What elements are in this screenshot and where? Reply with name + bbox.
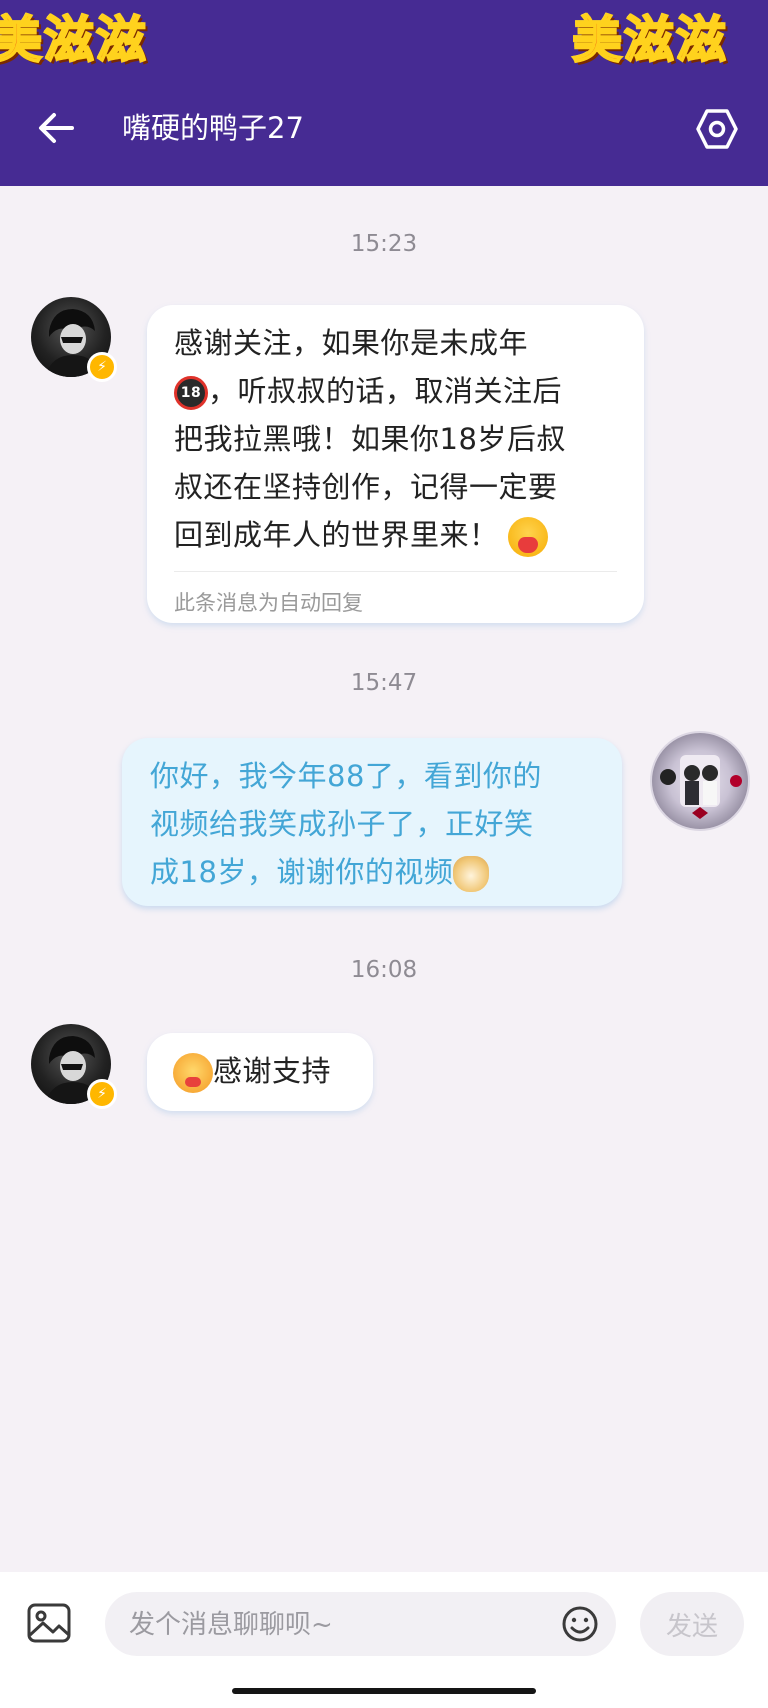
verified-badge: ⚡ (87, 352, 117, 382)
watermark-left: 美滋滋 (0, 10, 148, 70)
message-input[interactable] (127, 1602, 531, 1648)
image-button[interactable] (26, 1600, 72, 1646)
message-text: 感谢关注，如果你是未成年 18 ，听叔叔的话，取消关注后 把我拉黑哦！如果你18岁… (174, 319, 617, 559)
my-avatar[interactable] (650, 731, 750, 831)
timestamp: 16:08 (350, 957, 418, 983)
send-button[interactable]: 发送 (640, 1592, 744, 1656)
avatar-figure (660, 755, 742, 819)
message-line: 成18岁，谢谢你的视频 (150, 848, 594, 896)
hexagon-settings-icon (696, 109, 738, 149)
settings-button[interactable] (694, 106, 740, 152)
auto-reply-note: 此条消息为自动回复 (174, 591, 363, 615)
timestamp: 15:23 (350, 231, 418, 257)
image-icon (27, 1603, 71, 1643)
message-text: 感谢支持 (173, 1047, 349, 1095)
outgoing-message-bubble[interactable]: 你好，我今年88了，看到你的 视频给我笑成孙子了，正好笑 成18岁，谢谢你的视频 (122, 738, 622, 906)
timestamp: 15:47 (350, 670, 418, 696)
under-18-icon: 18 (174, 376, 208, 410)
message-line-text: ，听叔叔的话，取消关注后 (208, 374, 563, 408)
message-line: 叔还在坚持创作，记得一定要 (174, 470, 558, 504)
chat-title: 嘴硬的鸭子27 (122, 111, 304, 145)
hug-heart-emoji (508, 517, 549, 557)
message-line: 视频给我笑成孙子了，正好笑 (150, 807, 534, 841)
message-line: 18 ，听叔叔的话，取消关注后 (174, 367, 617, 415)
message-line: 回到成年人的世界里来！ (174, 511, 617, 559)
message-text: 你好，我今年88了，看到你的 视频给我笑成孙子了，正好笑 成18岁，谢谢你的视频 (150, 752, 594, 896)
message-line-text: 回到成年人的世界里来！ (174, 518, 499, 552)
message-line-text: 成18岁，谢谢你的视频 (150, 855, 454, 889)
watermark-right: 美滋滋 (571, 10, 728, 70)
top-bar: 美滋滋 美滋滋 嘴硬的鸭子27 (0, 0, 768, 186)
verified-badge: ⚡ (87, 1079, 117, 1109)
incoming-message-bubble[interactable]: 感谢关注，如果你是未成年 18 ，听叔叔的话，取消关注后 把我拉黑哦！如果你18岁… (147, 305, 644, 623)
message-line: 你好，我今年88了，看到你的 (150, 759, 542, 793)
divider (174, 571, 617, 572)
emoji-button[interactable] (560, 1604, 600, 1644)
message-line: 感谢关注，如果你是未成年 (174, 326, 529, 360)
incoming-message-bubble[interactable]: 感谢支持 (147, 1033, 373, 1111)
smiley-icon (562, 1606, 598, 1642)
message-line: 把我拉黑哦！如果你18岁后叔 (174, 422, 566, 456)
message-input-container (105, 1592, 616, 1656)
back-button[interactable] (34, 106, 78, 150)
doge-emoji (453, 856, 490, 892)
arrow-left-icon (39, 113, 74, 143)
message-line-text: 感谢支持 (213, 1054, 332, 1088)
blushing-heart-emoji (173, 1053, 213, 1093)
home-indicator[interactable] (232, 1688, 536, 1694)
